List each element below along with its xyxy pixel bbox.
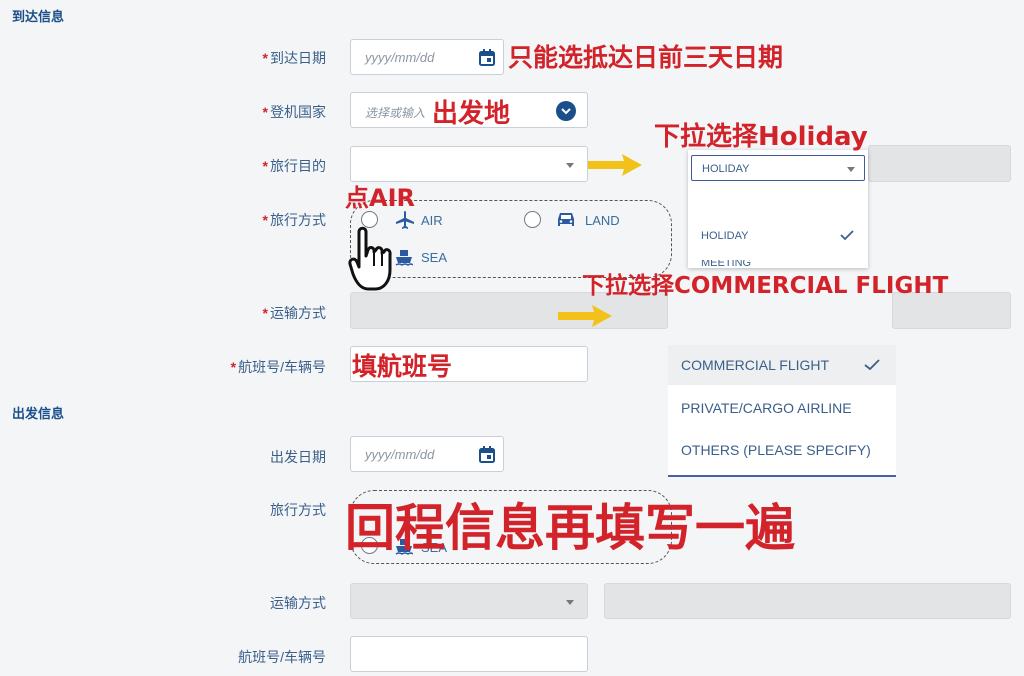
departure-date-input[interactable]: yyyy/mm/dd [350,436,504,472]
annotation-date-hint: 只能选抵达日前三天日期 [508,43,784,72]
departure-transport-extra [604,583,1011,619]
annotation-country-hint: 出发地 [432,99,511,129]
departure-transport-select[interactable] [350,583,588,619]
required-mark: * [262,50,268,66]
dropdown-option-commercial[interactable]: COMMERCIAL FLIGHT [668,345,896,385]
chevron-down-icon [847,167,855,172]
check-icon [864,359,880,371]
ship-icon [395,250,413,266]
pointer-hand-icon [348,226,392,291]
purpose-extra-field [868,145,1011,182]
boarding-country-label: * 登机国家 [262,104,326,120]
option-sea-label: SEA [421,250,448,265]
departure-transport-label: 运输方式 [270,595,326,611]
chevron-down-icon [566,163,574,168]
annotation-transport-hint: 下拉选择COMMERCIAL FLIGHT [582,273,949,299]
check-icon [840,230,854,241]
annotation-flight-hint: 填航班号 [352,352,453,381]
transport-label: * 运输方式 [262,305,326,321]
car-icon [558,213,574,226]
departure-flight-input[interactable] [350,636,588,672]
arrival-date-input[interactable]: yyyy/mm/dd [350,39,504,75]
flight-number-label: * 航班号/车辆号 [230,359,326,375]
arrow-right-icon [558,305,612,327]
dropdown-option-others[interactable]: OTHERS (PLEASE SPECIFY) [668,431,896,467]
option-air-label: AIR [421,213,443,228]
dropdown-option-private[interactable]: PRIVATE/CARGO AIRLINE [668,389,896,425]
required-mark: * [262,305,268,321]
option-land-label: LAND [585,213,620,228]
chevron-down-icon[interactable] [556,101,576,121]
required-mark: * [262,104,268,120]
radio-land[interactable] [524,211,541,228]
chevron-down-icon [566,600,574,605]
travel-purpose-label: * 旅行目的 [262,158,326,174]
purpose-dropdown: HOLIDAY HOLIDAY MEETING [688,150,868,268]
departure-date-label: 出发日期 [270,449,326,465]
arrival-section-title: 到达信息 [12,9,65,24]
required-mark: * [230,359,237,375]
departure-flight-label: 航班号/车辆号 [238,649,326,665]
required-mark: * [262,212,268,228]
annotation-purpose-hint: 下拉选择Holiday [654,122,868,152]
purpose-dropdown-selected[interactable]: HOLIDAY [691,155,865,181]
arrow-right-icon [588,154,642,176]
dropdown-option-holiday[interactable]: HOLIDAY [688,224,868,248]
calendar-icon[interactable] [479,446,495,463]
annotation-air-hint: 点AIR [345,184,415,212]
transport-dropdown: COMMERCIAL FLIGHT PRIVATE/CARGO AIRLINE … [668,345,896,477]
departure-section-title: 出发信息 [12,406,65,421]
annotation-return-hint: 回程信息再填写一遍 [345,499,795,557]
airplane-icon [396,211,414,229]
departure-mode-label: 旅行方式 [270,502,326,518]
travel-mode-label: * 旅行方式 [262,212,326,228]
arrival-date-label: * 到达日期 [262,50,326,66]
travel-purpose-select[interactable] [350,146,588,182]
calendar-icon[interactable] [479,49,495,66]
required-mark: * [262,158,268,174]
